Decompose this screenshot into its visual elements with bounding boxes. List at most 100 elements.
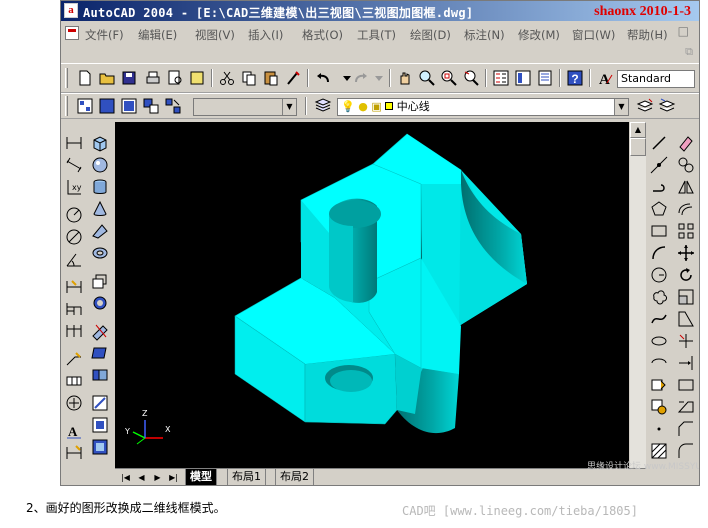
3d-solid-model[interactable]: X Y Z bbox=[115, 122, 629, 468]
paste-icon[interactable] bbox=[261, 68, 281, 88]
linear-dimension-icon[interactable] bbox=[64, 133, 84, 153]
diameter-dimension-icon[interactable] bbox=[64, 227, 84, 247]
ellipse-icon[interactable] bbox=[649, 331, 669, 351]
quick-leader-icon[interactable] bbox=[64, 349, 84, 369]
quick-dimension-icon[interactable] bbox=[64, 277, 84, 297]
interference-icon[interactable] bbox=[90, 365, 110, 385]
viewport-scale-select[interactable]: ▼ bbox=[193, 98, 297, 116]
extend-icon[interactable] bbox=[676, 353, 696, 373]
ordinate-dimension-icon[interactable]: xy bbox=[64, 177, 84, 197]
dimension-edit-icon[interactable]: A bbox=[64, 421, 84, 441]
vertical-scrollbar[interactable]: ▲ bbox=[630, 122, 646, 468]
menu-draw[interactable]: 绘图(D) bbox=[410, 27, 451, 43]
layer-manager-icon[interactable] bbox=[313, 96, 333, 116]
document-window-controls[interactable]: _ □ bbox=[656, 24, 695, 38]
arc-icon[interactable] bbox=[649, 243, 669, 263]
construction-line-icon[interactable] bbox=[649, 155, 669, 175]
mirror-icon[interactable] bbox=[676, 177, 696, 197]
insert-block-icon[interactable] bbox=[649, 375, 669, 395]
setup-view-icon[interactable] bbox=[90, 415, 110, 435]
undo-icon[interactable] bbox=[313, 68, 333, 88]
autocad-app-icon[interactable]: a bbox=[64, 3, 78, 18]
polyline-icon[interactable] bbox=[649, 177, 669, 197]
menu-format[interactable]: 格式(O) bbox=[302, 27, 343, 43]
single-viewport-icon[interactable] bbox=[97, 96, 117, 116]
menu-window[interactable]: 窗口(W) bbox=[572, 27, 615, 43]
plot-preview-icon[interactable] bbox=[165, 68, 185, 88]
match-properties-icon[interactable] bbox=[283, 68, 303, 88]
break-icon[interactable] bbox=[676, 397, 696, 417]
copy-object-icon[interactable] bbox=[676, 155, 696, 175]
design-center-icon[interactable] bbox=[513, 68, 533, 88]
open-file-icon[interactable] bbox=[97, 68, 117, 88]
hatch-icon[interactable] bbox=[649, 441, 669, 461]
layer-select[interactable]: 💡 ● ▣ 中心线 ▼ bbox=[337, 98, 629, 116]
scroll-up-button[interactable]: ▲ bbox=[630, 122, 646, 138]
copy-icon[interactable] bbox=[239, 68, 259, 88]
model-space-canvas[interactable]: X Y Z bbox=[115, 122, 629, 468]
section-icon[interactable] bbox=[90, 343, 110, 363]
menu-file[interactable]: 文件(F) bbox=[85, 27, 124, 43]
angular-dimension-icon[interactable] bbox=[64, 249, 84, 269]
cylinder-icon[interactable] bbox=[90, 177, 110, 197]
next-tab-icon[interactable]: ▶ bbox=[151, 471, 164, 484]
help-icon[interactable]: ? bbox=[565, 68, 585, 88]
line-icon[interactable] bbox=[649, 133, 669, 153]
revolve-icon[interactable] bbox=[90, 293, 110, 313]
properties-icon[interactable] bbox=[491, 68, 511, 88]
last-tab-icon[interactable]: ▶| bbox=[167, 471, 180, 484]
scale-icon[interactable] bbox=[676, 287, 696, 307]
zoom-realtime-icon[interactable] bbox=[417, 68, 437, 88]
extrude-icon[interactable] bbox=[90, 271, 110, 291]
continue-dimension-icon[interactable] bbox=[64, 321, 84, 341]
offset-icon[interactable] bbox=[676, 199, 696, 219]
sphere-icon[interactable] bbox=[90, 155, 110, 175]
tab-model[interactable]: 模型 bbox=[185, 469, 217, 485]
save-icon[interactable] bbox=[119, 68, 139, 88]
clip-viewport-icon[interactable] bbox=[163, 96, 183, 116]
torus-icon[interactable] bbox=[90, 243, 110, 263]
polygon-icon[interactable] bbox=[649, 199, 669, 219]
spline-icon[interactable] bbox=[649, 309, 669, 329]
trim-icon[interactable] bbox=[676, 331, 696, 351]
move-icon[interactable] bbox=[676, 243, 696, 263]
toolbar-grip[interactable] bbox=[65, 96, 68, 116]
chamfer-icon[interactable] bbox=[676, 419, 696, 439]
circle-icon[interactable] bbox=[649, 265, 669, 285]
rectangle-icon[interactable] bbox=[649, 221, 669, 241]
print-icon[interactable] bbox=[143, 68, 163, 88]
menu-insert[interactable]: 插入(I) bbox=[248, 27, 283, 43]
pan-realtime-icon[interactable] bbox=[395, 68, 415, 88]
zoom-window-icon[interactable] bbox=[439, 68, 459, 88]
zoom-previous-icon[interactable] bbox=[461, 68, 481, 88]
text-style-icon[interactable]: A bbox=[595, 68, 615, 88]
fillet-icon[interactable] bbox=[676, 441, 696, 461]
setup-drawing-icon[interactable] bbox=[90, 393, 110, 413]
new-file-icon[interactable] bbox=[75, 68, 95, 88]
menu-modify[interactable]: 修改(M) bbox=[518, 27, 560, 43]
revision-cloud-icon[interactable] bbox=[649, 287, 669, 307]
rotate-icon[interactable] bbox=[676, 265, 696, 285]
aligned-dimension-icon[interactable] bbox=[64, 155, 84, 175]
toolbar-grip[interactable] bbox=[65, 68, 68, 88]
publish-icon[interactable] bbox=[187, 68, 207, 88]
setup-profile-icon[interactable] bbox=[90, 437, 110, 457]
point-icon[interactable] bbox=[649, 419, 669, 439]
box-icon[interactable] bbox=[90, 133, 110, 153]
center-mark-icon[interactable] bbox=[64, 393, 84, 413]
make-object-layer-current-icon[interactable] bbox=[635, 96, 655, 116]
array-icon[interactable] bbox=[676, 221, 696, 241]
menu-dimension[interactable]: 标注(N) bbox=[464, 27, 505, 43]
previous-tab-icon[interactable]: ◀ bbox=[135, 471, 148, 484]
baseline-dimension-icon[interactable] bbox=[64, 299, 84, 319]
dimension-text-edit-icon[interactable] bbox=[64, 443, 84, 463]
cut-icon[interactable] bbox=[217, 68, 237, 88]
break-at-point-icon[interactable] bbox=[676, 375, 696, 395]
scroll-thumb[interactable] bbox=[630, 138, 646, 156]
tab-layout-1[interactable]: 布局1 bbox=[227, 469, 266, 485]
stretch-icon[interactable] bbox=[676, 309, 696, 329]
erase-icon[interactable] bbox=[676, 133, 696, 153]
ellipse-arc-icon[interactable] bbox=[649, 353, 669, 373]
redo-icon[interactable] bbox=[351, 68, 371, 88]
slice-icon[interactable] bbox=[90, 321, 110, 341]
